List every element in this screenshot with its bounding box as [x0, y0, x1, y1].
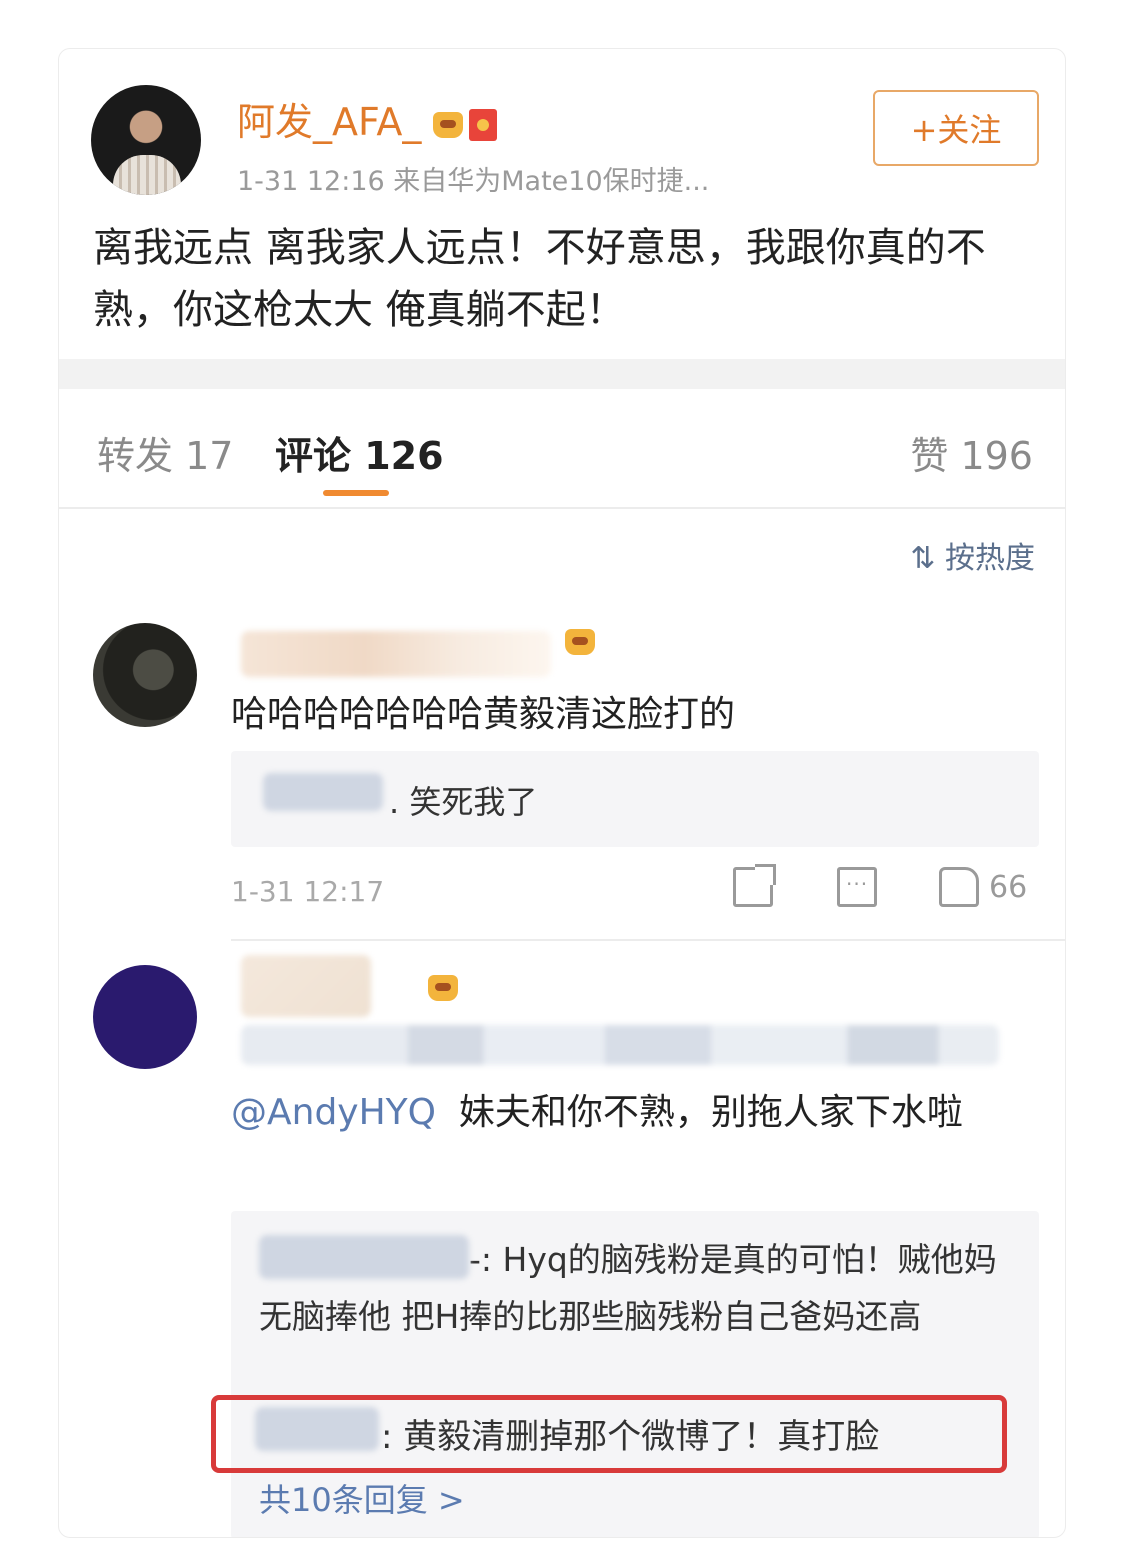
red-envelope-icon — [469, 108, 498, 141]
blurred-reply-username — [259, 1235, 469, 1279]
mention-link[interactable]: @AndyHYQ — [231, 1092, 436, 1133]
thumbs-up-icon — [939, 867, 979, 907]
sort-button[interactable]: ⇅ 按热度 — [910, 533, 1035, 577]
comment-body: 妹夫和你不熟，别拖人家下水啦 — [458, 1092, 963, 1133]
post-text: 离我远点 离我家人远点！不好意思，我跟你真的不熟，你这枪太大 俺真躺不起！ — [93, 225, 986, 333]
comment-text: 哈哈哈哈哈哈哈黄毅清这脸打的 — [231, 694, 736, 735]
tab-repost[interactable]: 转发 17 — [97, 425, 233, 480]
share-button[interactable] — [733, 864, 776, 907]
like-count: 66 — [989, 869, 1028, 905]
tab-likes[interactable]: 赞 196 — [910, 425, 1033, 480]
highlight-box — [211, 1395, 1007, 1473]
commenter-avatar[interactable] — [93, 965, 197, 1069]
active-tab-indicator — [323, 490, 389, 496]
more-replies-link[interactable]: 共10条回复 > — [259, 1475, 465, 1521]
author-name[interactable]: 阿发_AFA_ — [237, 100, 421, 144]
blurred-text — [241, 1025, 999, 1065]
crown-badge-icon — [433, 111, 464, 138]
reply-button[interactable] — [837, 867, 877, 907]
tabs-divider — [59, 507, 1065, 509]
crown-badge-icon — [428, 975, 459, 1001]
weibo-post-card: 阿发_AFA_ 1-31 12:16 来自华为Mate10保时捷... +关注 … — [58, 48, 1066, 1538]
post-meta: 1-31 12:16 来自华为Mate10保时捷... — [237, 166, 710, 197]
like-button[interactable]: 66 — [939, 867, 1027, 907]
sort-icon: ⇅ — [910, 541, 945, 576]
tab-comments[interactable]: 评论 126 — [275, 425, 444, 480]
comment-icon — [837, 867, 877, 907]
crown-badge-icon — [565, 629, 595, 655]
comment-divider — [231, 939, 1065, 941]
blurred-username — [241, 631, 551, 677]
share-icon — [733, 864, 776, 907]
blurred-reply-username — [263, 773, 383, 811]
reply-text: . 笑死我了 — [389, 783, 538, 821]
author-name-row: 阿发_AFA_ — [237, 91, 498, 146]
author-avatar[interactable] — [91, 85, 201, 195]
section-divider — [59, 359, 1065, 389]
follow-button[interactable]: +关注 — [873, 90, 1039, 166]
comment-time: 1-31 12:17 — [231, 875, 385, 908]
comment-text: @AndyHYQ 妹夫和你不熟，别拖人家下水啦 — [231, 1083, 1031, 1143]
blurred-username — [241, 955, 371, 1017]
commenter-avatar[interactable] — [93, 623, 197, 727]
sort-label: 按热度 — [945, 541, 1035, 576]
